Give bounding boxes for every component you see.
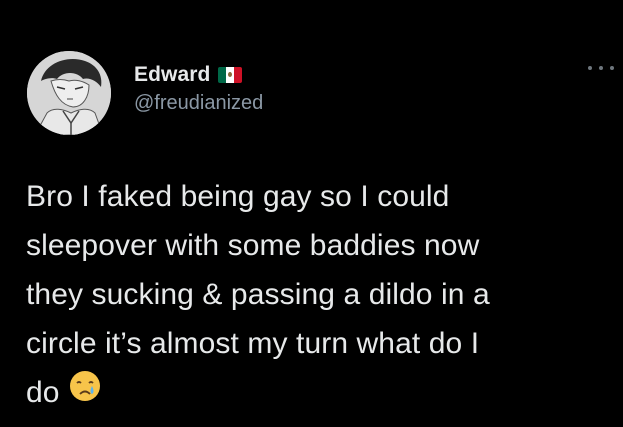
more-options-icon[interactable] xyxy=(588,62,614,74)
tweet-text: Bro I faked being gay so I could sleepov… xyxy=(26,172,611,417)
flag-stripe-red xyxy=(234,67,243,83)
flag-stripe-green xyxy=(218,67,227,83)
author-name-row[interactable]: Edward xyxy=(134,63,243,87)
avatar[interactable] xyxy=(27,51,111,135)
tweet-line: Bro I faked being gay so I could xyxy=(26,180,450,213)
more-dot xyxy=(599,66,603,70)
avatar-illustration xyxy=(27,51,111,135)
tweet-last-line: do xyxy=(26,368,611,417)
more-dot xyxy=(610,66,614,70)
author-handle[interactable]: @freudianized xyxy=(134,92,263,115)
more-dot xyxy=(588,66,592,70)
flag-stripe-white xyxy=(226,67,235,83)
tweet-line: circle it’s almost my turn what do I xyxy=(26,327,480,360)
tweet-line: do xyxy=(26,376,60,409)
tweet-line: they sucking & passing a dildo in a xyxy=(26,278,490,311)
tweet-line: sleepover with some baddies now xyxy=(26,229,480,262)
author-display-name[interactable]: Edward xyxy=(134,63,210,87)
crying-face-emoji xyxy=(68,369,102,403)
mexico-flag-icon xyxy=(218,67,243,83)
tweet-card: Edward @freudianized Bro I faked being g… xyxy=(0,0,623,427)
